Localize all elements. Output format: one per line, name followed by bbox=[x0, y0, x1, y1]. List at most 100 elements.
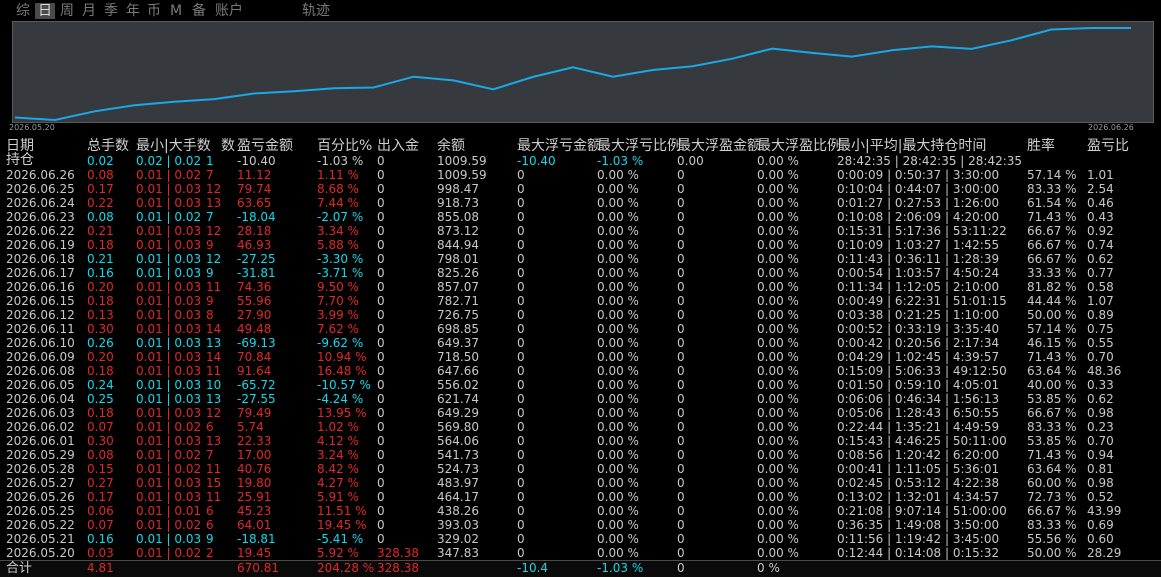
col-max-float-profit-pct: 最大浮盈比例 bbox=[757, 138, 841, 154]
row-max-float-loss: 0 bbox=[517, 420, 525, 434]
row-deposit: 0 bbox=[377, 196, 385, 210]
row-pnl: -65.72 bbox=[237, 378, 276, 392]
row-max-float-loss: 0 bbox=[517, 364, 525, 378]
row-balance: 541.73 bbox=[437, 448, 479, 462]
row-pct: 5.88 % bbox=[317, 238, 359, 252]
row-max-float-loss: 0 bbox=[517, 336, 525, 350]
row-max-float-loss-pct: 0.00 % bbox=[597, 434, 639, 448]
row-pct: 9.50 % bbox=[317, 280, 359, 294]
row-pnl: 25.91 bbox=[237, 490, 272, 504]
col-hold-time: 最小|平均|最大持仓时间 bbox=[837, 138, 987, 154]
row-max-float-profit-pct: 0.00 % bbox=[757, 350, 799, 364]
row-balance: 855.08 bbox=[437, 210, 479, 224]
row-max-float-loss: 0 bbox=[517, 546, 525, 560]
row-deposit: 0 bbox=[377, 322, 385, 336]
row-count: 13 bbox=[206, 434, 222, 448]
totals-max-float-profit-pct: 0 % bbox=[757, 561, 780, 575]
row-max-float-loss-pct: 0.00 % bbox=[597, 504, 639, 518]
row-pct: -3.30 % bbox=[317, 252, 364, 266]
row-min-max-lots: 0.01 | 0.02 bbox=[136, 448, 202, 462]
row-total-lots: 0.30 bbox=[87, 434, 114, 448]
row-profit-factor: 0.43 bbox=[1087, 210, 1114, 224]
totals-max-float-profit: 0 bbox=[677, 561, 685, 575]
col-min-max-lots: 最小|大手数 bbox=[136, 138, 211, 154]
row-balance: 621.74 bbox=[437, 392, 479, 406]
row-count: 9 bbox=[206, 266, 214, 280]
row-max-float-profit-pct: 0.00 % bbox=[757, 322, 799, 336]
row-min-max-lots: 0.01 | 0.02 bbox=[136, 420, 202, 434]
tab-notes[interactable]: 备 bbox=[192, 3, 206, 19]
tab-trajectory[interactable]: 轨迹 bbox=[302, 3, 330, 19]
row-total-lots: 0.17 bbox=[87, 182, 114, 196]
row-profit-factor: 0.62 bbox=[1087, 392, 1114, 406]
row-total-lots: 0.22 bbox=[87, 196, 114, 210]
period-tab-bar: 综 日 周 月 季 年 币 M 备 账户 轨迹 bbox=[0, 0, 1161, 22]
row-win-rate: 55.56 % bbox=[1027, 532, 1077, 546]
row-min-max-lots: 0.01 | 0.03 bbox=[136, 294, 202, 308]
row-max-float-profit: 0 bbox=[677, 238, 685, 252]
row-total-lots: 0.07 bbox=[87, 420, 114, 434]
tab-account[interactable]: 账户 bbox=[215, 3, 243, 19]
row-pnl: 91.64 bbox=[237, 364, 272, 378]
row-pnl: -31.81 bbox=[237, 266, 276, 280]
tab-quarterly[interactable]: 季 bbox=[104, 3, 118, 19]
row-min-max-lots: 0.01 | 0.03 bbox=[136, 392, 202, 406]
tab-currency[interactable]: 币 bbox=[147, 3, 161, 19]
row-balance: 844.94 bbox=[437, 238, 479, 252]
row-profit-factor: 0.74 bbox=[1087, 238, 1114, 252]
row-max-float-profit: 0 bbox=[677, 490, 685, 504]
chart-end-date: 2026.06.26 bbox=[1088, 123, 1134, 132]
row-max-float-loss: 0 bbox=[517, 252, 525, 266]
row-max-float-profit-pct: 0.00 % bbox=[757, 434, 799, 448]
tab-weekly[interactable]: 周 bbox=[60, 3, 74, 19]
row-date: 2026.06.05 bbox=[6, 378, 75, 392]
row-profit-factor: 0.81 bbox=[1087, 462, 1114, 476]
row-max-float-profit: 0 bbox=[677, 518, 685, 532]
tab-daily[interactable]: 日 bbox=[35, 3, 55, 19]
row-max-float-profit-pct: 0.00 % bbox=[757, 518, 799, 532]
row-max-float-loss-pct: 0.00 % bbox=[597, 280, 639, 294]
row-max-float-profit-pct: 0.00 % bbox=[757, 252, 799, 266]
tab-yearly[interactable]: 年 bbox=[126, 3, 140, 19]
row-max-float-profit: 0 bbox=[677, 280, 685, 294]
row-min-max-lots: 0.01 | 0.03 bbox=[136, 280, 202, 294]
row-min-max-lots: 0.01 | 0.03 bbox=[136, 182, 202, 196]
row-count: 6 bbox=[206, 504, 214, 518]
row-hold-time: 0:10:08 | 2:06:09 | 4:20:00 bbox=[837, 210, 1000, 224]
row-profit-factor: 0.92 bbox=[1087, 224, 1114, 238]
row-deposit: 0 bbox=[377, 504, 385, 518]
row-balance: 1009.59 bbox=[437, 154, 487, 168]
row-count: 13 bbox=[206, 336, 222, 350]
row-win-rate: 50.00 % bbox=[1027, 546, 1077, 560]
row-deposit: 0 bbox=[377, 518, 385, 532]
row-max-float-profit: 0 bbox=[677, 448, 685, 462]
row-hold-time: 0:22:44 | 1:35:21 | 4:49:59 bbox=[837, 420, 1000, 434]
row-hold-time: 0:08:56 | 1:20:42 | 6:20:00 bbox=[837, 448, 1000, 462]
row-count: 12 bbox=[206, 252, 222, 266]
row-count: 9 bbox=[206, 532, 214, 546]
row-win-rate: 71.43 % bbox=[1027, 350, 1077, 364]
row-pct: 3.34 % bbox=[317, 224, 359, 238]
row-min-max-lots: 0.01 | 0.03 bbox=[136, 350, 202, 364]
row-profit-factor: 0.33 bbox=[1087, 378, 1114, 392]
row-max-float-loss-pct: 0.00 % bbox=[597, 378, 639, 392]
tab-summary[interactable]: 综 bbox=[16, 3, 30, 19]
row-deposit: 0 bbox=[377, 252, 385, 266]
row-max-float-loss: 0 bbox=[517, 350, 525, 364]
row-min-max-lots: 0.01 | 0.03 bbox=[136, 434, 202, 448]
row-pnl: 79.49 bbox=[237, 406, 272, 420]
row-pct: -10.57 % bbox=[317, 378, 371, 392]
tab-m[interactable]: M bbox=[170, 3, 182, 19]
row-deposit: 0 bbox=[377, 490, 385, 504]
row-max-float-loss-pct: 0.00 % bbox=[597, 308, 639, 322]
row-max-float-profit: 0 bbox=[677, 308, 685, 322]
col-pct: 百分比% bbox=[317, 138, 373, 154]
row-win-rate: 83.33 % bbox=[1027, 420, 1077, 434]
row-pnl: 40.76 bbox=[237, 462, 272, 476]
row-hold-time: 0:10:09 | 1:03:27 | 1:42:55 bbox=[837, 238, 1000, 252]
row-min-max-lots: 0.01 | 0.03 bbox=[136, 364, 202, 378]
row-pct: -2.07 % bbox=[317, 210, 364, 224]
row-max-float-loss-pct: 0.00 % bbox=[597, 420, 639, 434]
tab-monthly[interactable]: 月 bbox=[82, 3, 96, 19]
row-max-float-profit-pct: 0.00 % bbox=[757, 462, 799, 476]
